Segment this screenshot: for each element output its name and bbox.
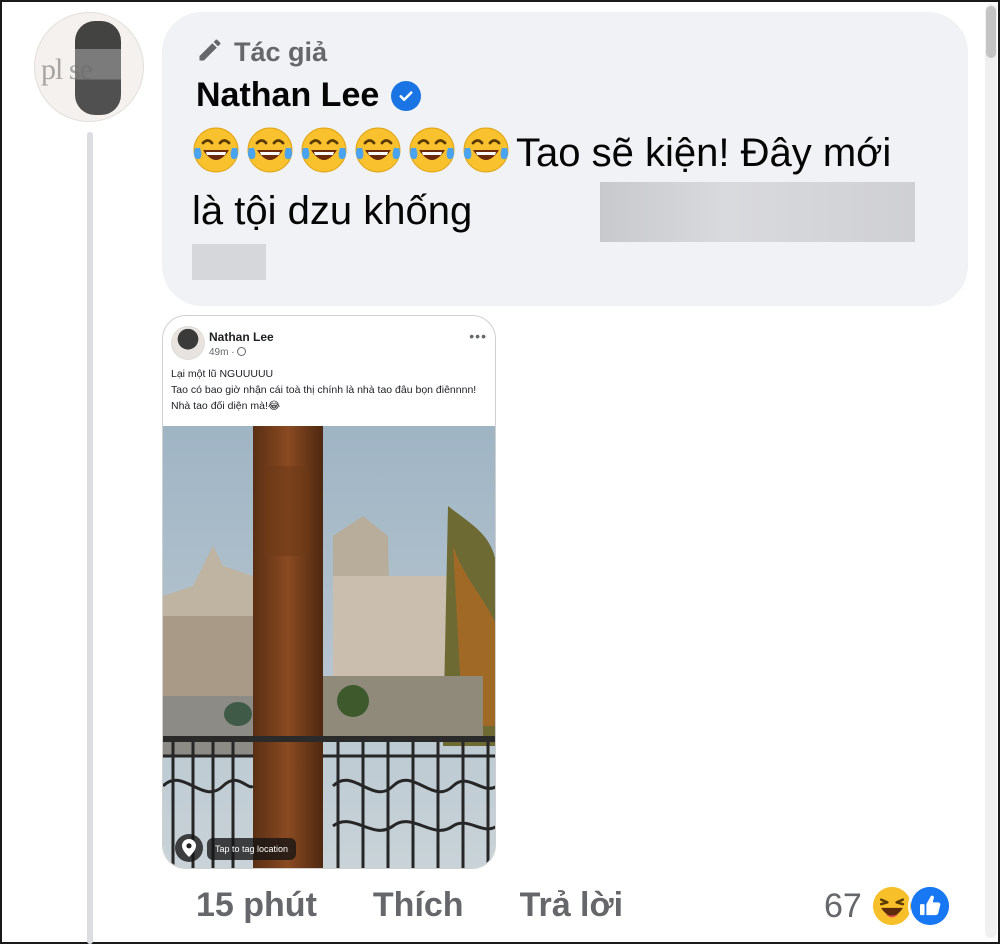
reaction-count: 67 (824, 886, 862, 925)
shared-post-line-1: Lại một lũ NGUUUUU (171, 368, 274, 380)
scrollbar-thumb[interactable] (986, 6, 996, 58)
verified-badge-icon (391, 80, 422, 111)
like-button[interactable]: Thích (373, 886, 464, 925)
reply-button[interactable]: Trả lời (520, 886, 624, 925)
avatar[interactable]: pl se (34, 12, 144, 122)
author-badge-label: Tác giả (234, 37, 328, 67)
emoji-row (192, 127, 516, 175)
avatar-photo (75, 21, 121, 115)
laughing-tears-emoji (193, 127, 239, 173)
more-options-icon: ••• (469, 328, 487, 344)
like-reaction-icon (907, 884, 952, 928)
comment-bubble: Tác giả Nathan Lee Tao sẽ kiện! Đây mới … (162, 12, 968, 306)
shared-post-time-text: 49m · (209, 347, 235, 358)
reaction-summary[interactable]: 67 (824, 884, 952, 928)
scrollbar-track[interactable] (985, 4, 997, 938)
laughing-tears-emoji (301, 127, 347, 173)
comment-time[interactable]: 15 phút (196, 886, 317, 925)
shared-post-photo (163, 426, 495, 868)
author-badge: Tác giả (196, 36, 327, 69)
shared-post-line-2: Tao có bao giờ nhận cái toà thị chính là… (171, 384, 477, 412)
blurred-mention-continued (192, 244, 266, 280)
shared-post-author: Nathan Lee (209, 330, 274, 344)
author-name[interactable]: Nathan Lee (196, 76, 379, 115)
thread-line (87, 132, 93, 944)
attached-screenshot[interactable]: Nathan Lee 49m · ••• Lại một lũ NGUUUUU … (162, 315, 496, 869)
tag-location-button[interactable]: Tap to tag location (207, 838, 297, 860)
blurred-mention (600, 182, 915, 242)
globe-icon (236, 347, 246, 356)
shared-post-avatar (171, 326, 205, 360)
laughing-tears-emoji (355, 127, 401, 173)
author-row: Nathan Lee (196, 76, 422, 115)
laughing-tears-emoji (463, 127, 509, 173)
laughing-tears-emoji (409, 127, 455, 173)
laughing-tears-emoji (247, 127, 293, 173)
shared-post-time: 49m · (209, 347, 246, 358)
comment-actions: 15 phút Thích Trả lời (196, 886, 623, 925)
pencil-icon (196, 36, 224, 69)
location-pin-icon[interactable] (175, 834, 203, 862)
shared-post-text: Lại một lũ NGUUUUU Tao có bao giờ nhận c… (171, 366, 489, 414)
